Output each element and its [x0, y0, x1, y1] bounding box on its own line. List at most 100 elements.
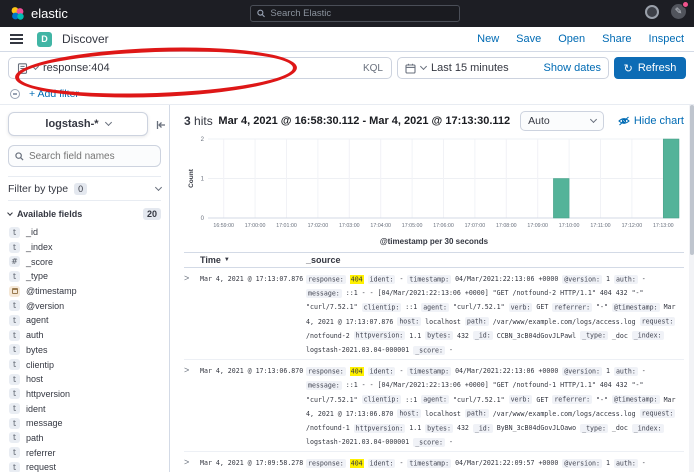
doc-table-header: Time ▼ _source: [184, 252, 684, 268]
expand-row-icon[interactable]: >: [184, 272, 200, 357]
field-name: bytes: [26, 345, 48, 355]
nav-action-share[interactable]: Share: [602, 33, 631, 45]
doc-time: Mar 4, 2021 @ 17:13:07.876: [200, 272, 306, 357]
table-row: >Mar 4, 2021 @ 17:13:06.870response: 404…: [184, 360, 684, 452]
scrollbar-thumb[interactable]: [690, 105, 694, 255]
doc-source: response: 404 ident: - timestamp: 04/Mar…: [306, 364, 684, 449]
string-field-icon: t: [9, 388, 20, 399]
expand-row-icon[interactable]: >: [184, 456, 200, 472]
string-field-icon: t: [9, 462, 20, 472]
expand-row-icon[interactable]: >: [184, 364, 200, 449]
app-navbar: D Discover NewSaveOpenShareInspect: [0, 27, 694, 52]
field-item-bytes[interactable]: tbytes: [8, 343, 161, 358]
string-field-icon: t: [9, 330, 20, 341]
field-item-_id[interactable]: t_id: [8, 225, 161, 240]
svg-text:17:06:00: 17:06:00: [433, 223, 454, 229]
field-item-ident[interactable]: tident: [8, 401, 161, 416]
field-item-message[interactable]: tmessage: [8, 416, 161, 431]
nav-action-new[interactable]: New: [477, 33, 499, 45]
notification-dot: [682, 1, 689, 8]
collapse-sidebar-icon[interactable]: [156, 117, 166, 135]
query-text[interactable]: response:404: [43, 62, 110, 74]
field-item-@version[interactable]: t@version: [8, 298, 161, 313]
field-item-agent[interactable]: tagent: [8, 313, 161, 328]
field-item-auth[interactable]: tauth: [8, 328, 161, 343]
nav-action-inspect[interactable]: Inspect: [649, 33, 684, 45]
section-chevron-icon: [7, 210, 13, 216]
user-avatar[interactable]: ✎: [671, 4, 686, 19]
query-language-button[interactable]: KQL: [363, 63, 383, 74]
histogram-svg: 01216:59:0017:00:0017:01:0017:02:0017:03…: [184, 135, 683, 231]
svg-text:17:01:00: 17:01:00: [276, 223, 297, 229]
filter-by-type[interactable]: Filter by type 0: [8, 176, 161, 201]
global-header: elastic ✎: [0, 0, 694, 27]
field-list: t_idt_index#_scoret_type@timestampt@vers…: [8, 225, 161, 472]
svg-text:1: 1: [201, 177, 205, 183]
svg-text:16:59:00: 16:59:00: [213, 223, 234, 229]
global-search[interactable]: [250, 5, 460, 22]
add-filter-button[interactable]: + Add filter: [29, 88, 79, 100]
nav-action-save[interactable]: Save: [516, 33, 541, 45]
date-picker-chevron-icon[interactable]: [420, 63, 427, 70]
field-item-_score[interactable]: #_score: [8, 254, 161, 269]
saved-query-icon[interactable]: [17, 63, 28, 74]
hide-chart-button[interactable]: Hide chart: [618, 115, 684, 127]
field-item-@timestamp[interactable]: @timestamp: [8, 284, 161, 299]
string-field-icon: t: [9, 359, 20, 370]
nav-action-open[interactable]: Open: [558, 33, 585, 45]
calendar-icon[interactable]: [405, 63, 416, 74]
index-pattern-select[interactable]: logstash-*: [8, 112, 148, 136]
doc-table-body: >Mar 4, 2021 @ 17:13:07.876response: 404…: [184, 268, 684, 472]
field-search[interactable]: [8, 145, 161, 167]
available-fields-label: Available fields: [17, 209, 82, 219]
svg-text:17:05:00: 17:05:00: [402, 223, 423, 229]
field-search-input[interactable]: [29, 151, 139, 162]
chart-time-range: Mar 4, 2021 @ 16:58:30.112 - Mar 4, 2021…: [218, 115, 510, 127]
show-dates-button[interactable]: Show dates: [544, 62, 601, 74]
available-fields-header[interactable]: Available fields 20: [8, 208, 161, 220]
svg-text:Count: Count: [188, 168, 195, 188]
time-range-label[interactable]: Last 15 minutes: [431, 62, 509, 74]
hits-number: 3: [184, 114, 191, 128]
elastic-logo[interactable]: elastic: [10, 6, 68, 21]
field-item-host[interactable]: thost: [8, 372, 161, 387]
svg-text:0: 0: [201, 216, 205, 222]
field-item-_index[interactable]: t_index: [8, 240, 161, 255]
svg-text:17:12:00: 17:12:00: [622, 223, 643, 229]
svg-text:17:02:00: 17:02:00: [308, 223, 329, 229]
global-search-input[interactable]: [270, 8, 453, 19]
field-item-path[interactable]: tpath: [8, 431, 161, 446]
discover-app-badge: D: [37, 32, 52, 47]
field-item-request[interactable]: trequest: [8, 460, 161, 472]
interval-select[interactable]: Auto: [520, 111, 604, 131]
query-input[interactable]: response:404 KQL: [8, 57, 392, 79]
saved-query-chevron-icon[interactable]: [32, 63, 39, 70]
menu-icon[interactable]: [10, 34, 23, 44]
search-icon: [15, 152, 24, 161]
sort-desc-icon: ▼: [224, 257, 230, 263]
hits-label: hits: [194, 114, 213, 128]
source-column-header: _source: [306, 255, 684, 265]
help-icon[interactable]: [645, 5, 659, 19]
filter-options-icon[interactable]: [10, 89, 20, 99]
string-field-icon: t: [9, 432, 20, 443]
field-item-clientip[interactable]: tclientip: [8, 357, 161, 372]
svg-text:17:03:00: 17:03:00: [339, 223, 360, 229]
histogram-chart[interactable]: 01216:59:0017:00:0017:01:0017:02:0017:03…: [184, 135, 684, 246]
scrollbar[interactable]: [689, 105, 694, 472]
string-field-icon: t: [9, 300, 20, 311]
field-item-_type[interactable]: t_type: [8, 269, 161, 284]
interval-value: Auto: [528, 115, 550, 127]
page-body: logstash-* Filter by type 0: [0, 105, 694, 472]
highlight-404: 404: [350, 459, 364, 468]
filter-by-type-count-badge: 0: [74, 183, 87, 195]
field-item-httpversion[interactable]: thttpversion: [8, 387, 161, 402]
svg-text:17:04:00: 17:04:00: [370, 223, 391, 229]
refresh-button[interactable]: ↻ Refresh: [614, 57, 686, 79]
string-field-icon: t: [9, 242, 20, 253]
svg-text:17:08:00: 17:08:00: [496, 223, 517, 229]
field-item-referrer[interactable]: treferrer: [8, 445, 161, 460]
header-actions: ✎: [645, 4, 686, 19]
date-picker[interactable]: Last 15 minutes Show dates: [397, 57, 609, 79]
time-column-header[interactable]: Time ▼: [200, 255, 306, 265]
